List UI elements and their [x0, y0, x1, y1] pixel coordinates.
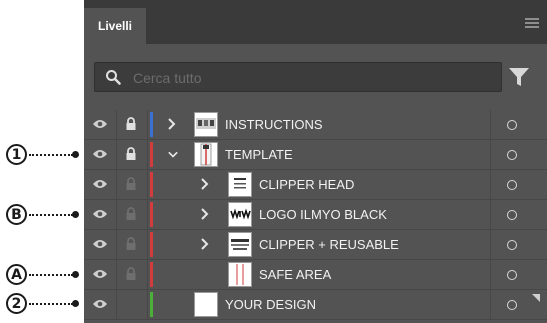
layer-label: LOGO ILMYO BLACK [259, 207, 387, 222]
selection-corner-icon [532, 294, 540, 302]
search-icon [106, 70, 121, 85]
layer-row-safe-area[interactable]: SAFE AREA [84, 260, 547, 290]
target-circle-icon[interactable] [507, 210, 517, 220]
panel-tab-bar: Livelli [84, 0, 547, 44]
layer-label: SAFE AREA [259, 267, 332, 282]
layer-thumbnail [194, 292, 218, 317]
visibility-eye-icon[interactable] [92, 148, 108, 160]
layer-label: YOUR DESIGN [225, 297, 317, 312]
layer-row-logo-ilmyo-black[interactable]: LOGO ILMYO BLACK [84, 200, 547, 230]
chevron-right-icon[interactable] [199, 208, 209, 220]
layer-thumbnail [228, 202, 252, 227]
callout-leader-line [29, 214, 73, 216]
visibility-eye-icon[interactable] [92, 118, 108, 130]
layer-color-bar [150, 142, 153, 167]
layer-row-clipper-head[interactable]: CLIPPER HEAD [84, 170, 547, 200]
layer-row-instructions[interactable]: INSTRUCTIONS [84, 110, 547, 140]
target-circle-icon[interactable] [507, 270, 517, 280]
lock-icon[interactable] [125, 117, 137, 131]
callout-leader-line [29, 154, 73, 156]
callout-circle: 1 [6, 144, 27, 165]
layer-row-clipper-reusable[interactable]: CLIPPER + REUSABLE [84, 230, 547, 260]
layer-color-bar [150, 172, 153, 197]
lock-icon-inactive[interactable] [125, 237, 137, 251]
lock-icon[interactable] [125, 147, 137, 161]
visibility-eye-icon[interactable] [92, 298, 108, 310]
layer-label: INSTRUCTIONS [225, 117, 323, 132]
chevron-right-icon[interactable] [199, 238, 209, 250]
panel-menu-icon[interactable] [525, 18, 539, 28]
callout-a: A [0, 264, 88, 288]
callout-leader-line [29, 303, 73, 305]
search-box [94, 62, 502, 92]
tab-layers[interactable]: Livelli [84, 8, 146, 44]
layer-thumbnail [228, 232, 252, 257]
layer-thumbnail [194, 142, 218, 167]
visibility-eye-icon[interactable] [92, 208, 108, 220]
chevron-down-icon[interactable] [168, 148, 178, 160]
callout-dot [72, 271, 79, 278]
lock-icon-inactive[interactable] [125, 177, 137, 191]
filter-icon[interactable] [508, 66, 530, 88]
visibility-eye-icon[interactable] [92, 238, 108, 250]
target-circle-icon[interactable] [507, 180, 517, 190]
callout-dot [72, 211, 79, 218]
callout-b: B [0, 204, 88, 228]
callout-2: 2 [0, 293, 88, 317]
target-circle-icon[interactable] [507, 120, 517, 130]
layer-label: TEMPLATE [225, 147, 293, 162]
layer-label: CLIPPER + REUSABLE [259, 237, 399, 252]
callout-leader-line [29, 274, 73, 276]
layer-thumbnail [228, 172, 252, 197]
layer-label: CLIPPER HEAD [259, 177, 355, 192]
visibility-eye-icon[interactable] [92, 178, 108, 190]
chevron-right-icon[interactable] [199, 178, 209, 190]
layer-row-template[interactable]: TEMPLATE [84, 140, 547, 170]
layer-color-bar [150, 202, 153, 227]
callout-1: 1 [0, 144, 88, 168]
chevron-right-icon[interactable] [166, 118, 176, 130]
callout-dot [72, 300, 79, 307]
lock-icon-inactive[interactable] [125, 267, 137, 281]
callout-dot [72, 151, 79, 158]
layer-color-bar [150, 262, 153, 287]
callout-circle: 2 [6, 293, 27, 314]
lock-icon-inactive[interactable] [125, 207, 137, 221]
callout-circle: B [6, 204, 27, 225]
layer-row-your-design[interactable]: YOUR DESIGN [84, 290, 547, 320]
target-circle-icon[interactable] [507, 240, 517, 250]
target-circle-icon[interactable] [507, 150, 517, 160]
visibility-eye-icon[interactable] [92, 268, 108, 280]
search-input[interactable] [131, 66, 495, 90]
layer-thumbnail [228, 262, 252, 287]
layer-color-bar [150, 232, 153, 257]
callout-circle: A [6, 264, 27, 285]
target-circle-icon[interactable] [507, 300, 517, 310]
layer-list: INSTRUCTIONS TEMPLATE CLIPPER HEAD LOGO … [84, 110, 547, 320]
layer-color-bar [150, 112, 153, 137]
layer-thumbnail [194, 112, 218, 137]
layer-color-bar [150, 292, 153, 317]
layers-panel: Livelli INSTRUCTIONS [84, 0, 547, 323]
